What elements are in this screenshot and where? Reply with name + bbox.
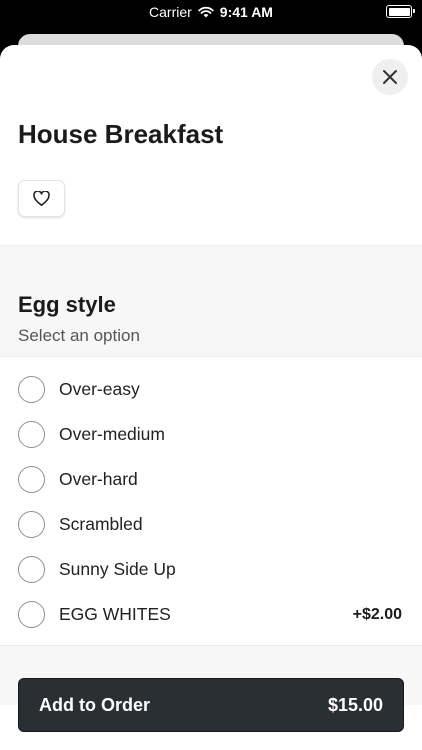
- section-subtitle: Select an option: [18, 326, 140, 345]
- radio-button[interactable]: [18, 376, 45, 403]
- option-label: Over-hard: [59, 469, 138, 489]
- favorite-button[interactable]: [18, 180, 65, 217]
- option-label: Scrambled: [59, 514, 143, 534]
- carrier-label: Carrier: [149, 4, 192, 20]
- add-to-order-button[interactable]: Add to Order $15.00: [18, 678, 404, 732]
- section-header: Egg style Select an option: [0, 246, 422, 357]
- close-button[interactable]: [372, 59, 408, 95]
- close-icon: [383, 70, 397, 84]
- options-list: Over-easy Over-medium Over-hard Scramble…: [0, 367, 422, 637]
- option-label: Sunny Side Up: [59, 559, 176, 579]
- option-price: +$2.00: [352, 605, 402, 623]
- wifi-icon: [198, 6, 214, 18]
- item-detail-sheet: House Breakfast Egg style Select an opti…: [0, 45, 422, 750]
- order-total: $15.00: [327, 694, 383, 715]
- option-row[interactable]: Over-easy: [0, 367, 422, 412]
- option-row[interactable]: EGG WHITES +$2.00: [0, 592, 422, 637]
- section-title: Egg style: [18, 292, 116, 317]
- status-time: 9:41 AM: [219, 4, 273, 20]
- radio-button[interactable]: [18, 511, 45, 538]
- option-row[interactable]: Scrambled: [0, 502, 422, 547]
- item-title: House Breakfast: [18, 119, 224, 149]
- radio-button[interactable]: [18, 556, 45, 583]
- option-label: EGG WHITES: [59, 604, 171, 624]
- heart-icon: [33, 191, 50, 206]
- add-to-order-label: Add to Order: [39, 694, 150, 715]
- radio-button[interactable]: [18, 466, 45, 493]
- option-label: Over-medium: [59, 424, 165, 444]
- option-row[interactable]: Over-medium: [0, 412, 422, 457]
- option-label: Over-easy: [59, 379, 140, 399]
- radio-button[interactable]: [18, 601, 45, 628]
- option-row[interactable]: Over-hard: [0, 457, 422, 502]
- radio-button[interactable]: [18, 421, 45, 448]
- option-row[interactable]: Sunny Side Up: [0, 547, 422, 592]
- status-bar: Carrier 9:41 AM: [0, 0, 422, 26]
- battery-icon: [386, 5, 415, 18]
